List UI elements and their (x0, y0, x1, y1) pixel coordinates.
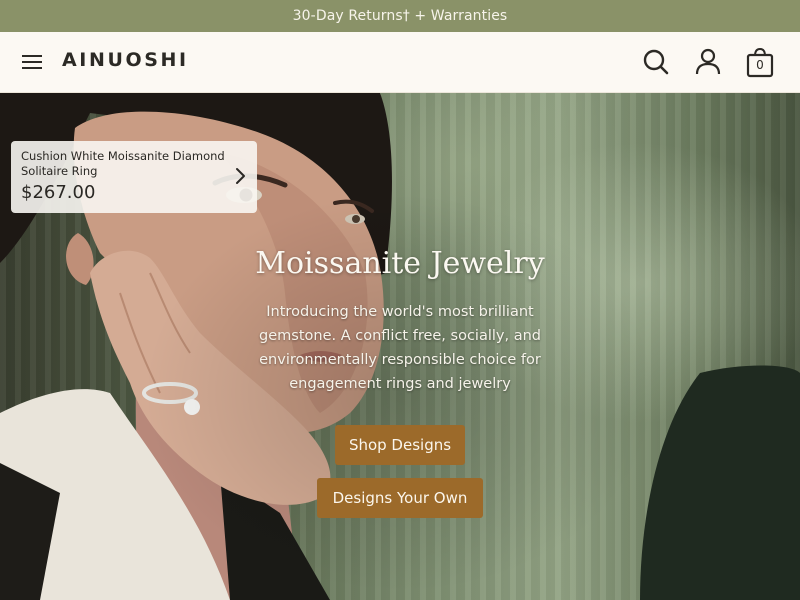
search-icon[interactable] (640, 46, 672, 78)
announcement-text: 30-Day Returns† + Warranties (292, 8, 508, 24)
design-your-own-button[interactable]: Designs Your Own (317, 478, 483, 518)
product-price: $267.00 (21, 182, 96, 203)
account-icon[interactable] (692, 46, 724, 78)
product-hotspot-card[interactable]: Cushion White Moissanite Diamond Solitai… (11, 141, 257, 213)
cart-icon[interactable]: 0 (744, 46, 776, 78)
site-header: AINUOSHI 0 (0, 32, 800, 93)
shop-designs-button[interactable]: Shop Designs (335, 425, 465, 465)
hero-subtitle: Introducing the world's most brilliant g… (259, 304, 541, 392)
hero-banner: Cushion White Moissanite Diamond Solitai… (0, 93, 800, 600)
chevron-right-icon[interactable] (233, 167, 247, 185)
cart-count-badge: 0 (756, 58, 764, 72)
announcement-bar: 30-Day Returns† + Warranties (0, 0, 800, 32)
hamburger-menu-icon[interactable] (20, 50, 44, 74)
hero-title: Moissanite Jewelry (255, 246, 545, 281)
product-name: Cushion White Moissanite Diamond Solitai… (21, 149, 225, 178)
brand-logo[interactable]: AINUOSHI (62, 49, 189, 71)
